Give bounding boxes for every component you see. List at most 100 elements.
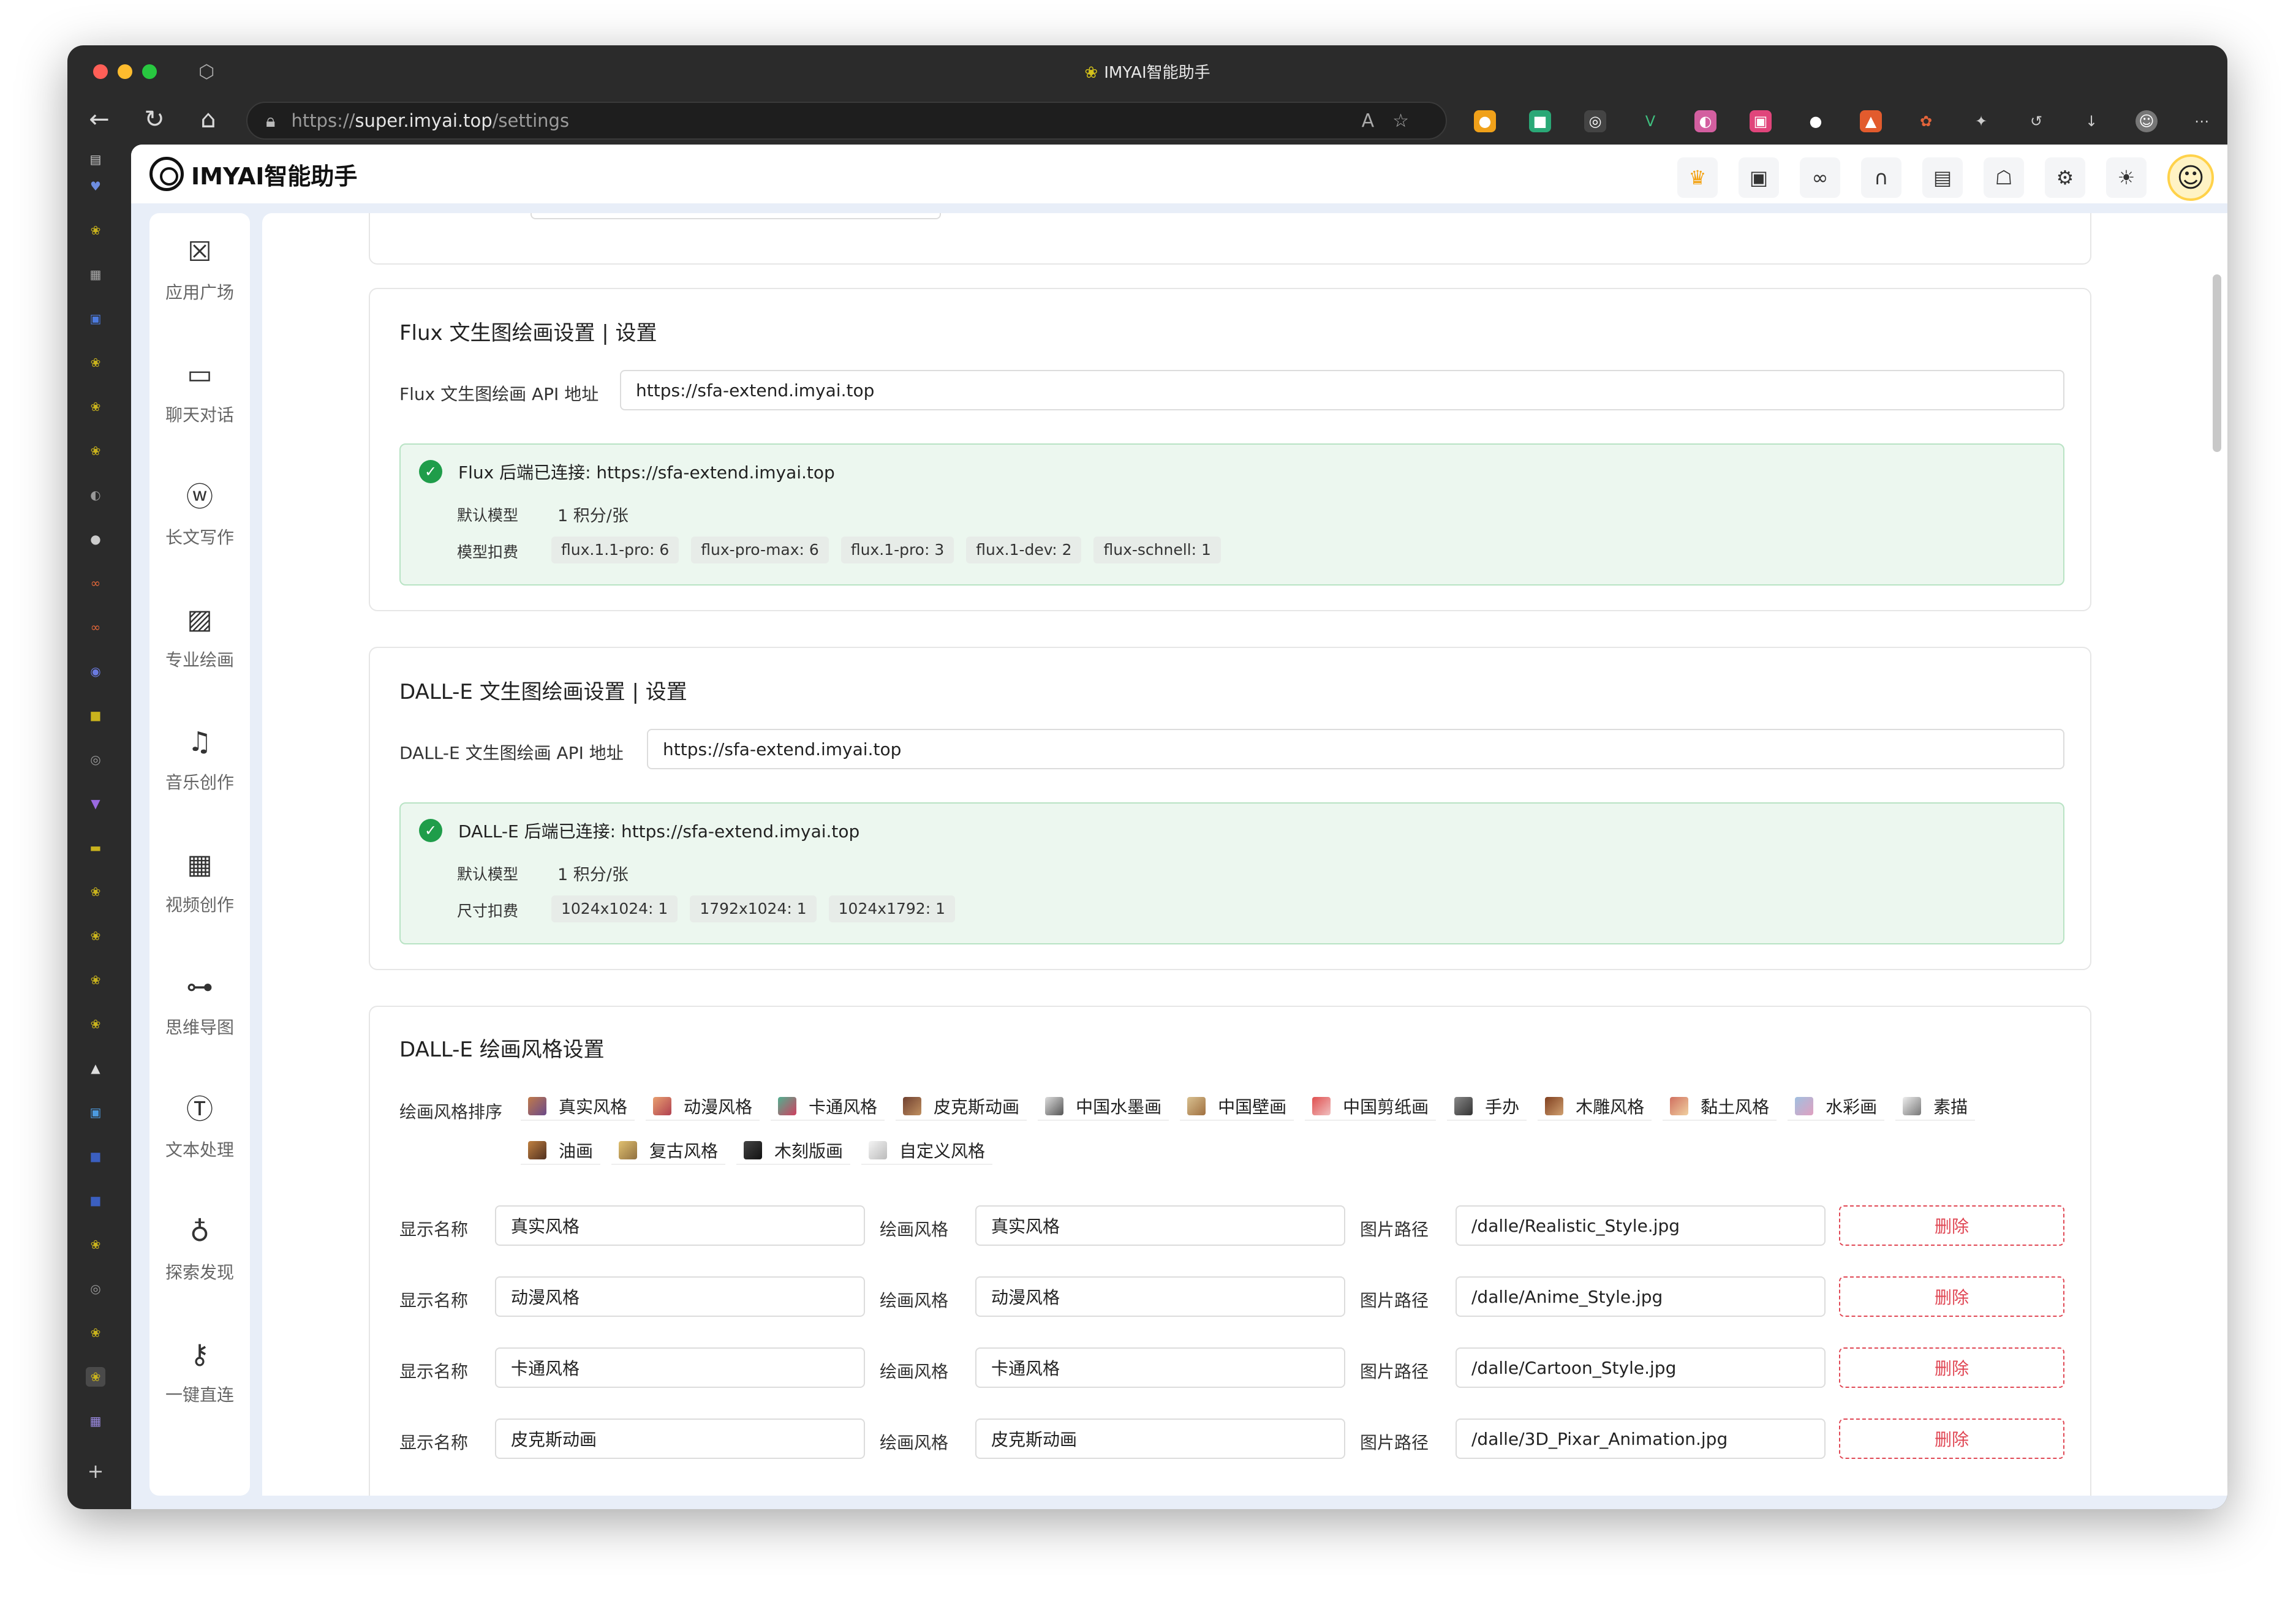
home-icon[interactable]: ⌂ <box>190 104 227 135</box>
style-order-item[interactable]: 卡通风格 <box>771 1093 885 1121</box>
read-aloud-and-favorite-icons[interactable]: A☆ <box>1362 110 1427 132</box>
nav-item-writing[interactable]: ⓦ 长文写作 <box>149 479 250 549</box>
new-tab-icon[interactable]: + <box>86 1461 105 1481</box>
vertical-tab-icon[interactable]: ▣ <box>86 309 105 328</box>
style-order-item[interactable]: 皮克斯动画 <box>896 1093 1027 1121</box>
vertical-tab-icon[interactable]: ▼ <box>86 794 105 813</box>
style-order-item[interactable]: 真实风格 <box>521 1093 635 1121</box>
style-order-item[interactable]: 中国水墨画 <box>1038 1093 1169 1121</box>
vertical-tab-icon[interactable]: ▦ <box>86 265 105 284</box>
nav-item-music[interactable]: ♫ 音乐创作 <box>149 724 250 794</box>
gear-icon[interactable]: ⚙ <box>2045 157 2085 198</box>
image-path-input[interactable]: /dalle/Cartoon_Style.jpg <box>1456 1347 1826 1388</box>
delete-button[interactable]: 删除 <box>1839 1347 2064 1388</box>
display-name-input[interactable]: 皮克斯动画 <box>495 1418 865 1459</box>
image-path-input[interactable]: /dalle/Realistic_Style.jpg <box>1456 1205 1826 1246</box>
more-menu-icon[interactable]: ⋯ <box>2191 110 2213 132</box>
style-order-item[interactable]: 手办 <box>1447 1093 1527 1121</box>
gift-icon[interactable]: ☖ <box>1984 157 2024 198</box>
style-order-item[interactable]: 黏土风格 <box>1663 1093 1777 1121</box>
vertical-tab-icon[interactable]: ❀ <box>86 1014 105 1034</box>
extension-icon[interactable]: ✿ <box>1915 110 1937 132</box>
extension-icon[interactable]: ◐ <box>1694 110 1716 132</box>
vertical-tab-icon[interactable]: ▦ <box>86 1411 105 1431</box>
extension-icon[interactable]: V <box>1639 110 1661 132</box>
devices-icon[interactable]: ▣ <box>1739 157 1779 198</box>
vertical-tab-icon[interactable]: ❀ <box>86 1323 105 1343</box>
extension-icon[interactable]: ◎ <box>1584 110 1606 132</box>
vertical-tab-icon[interactable]: ❀ <box>86 220 105 240</box>
brand[interactable]: IMYAI智能助手 <box>149 157 357 191</box>
vertical-tab-icon[interactable]: ◉ <box>86 661 105 681</box>
nav-item-painting[interactable]: ▨ 专业绘画 <box>149 601 250 671</box>
style-order-item[interactable]: 自定义风格 <box>861 1137 993 1165</box>
active-vertical-tab-icon[interactable]: ❀ <box>86 1367 105 1387</box>
vertical-tab-icon[interactable]: ❀ <box>86 970 105 990</box>
profile-avatar-icon[interactable]: ☺ <box>2136 110 2158 132</box>
extensions-puzzle-icon[interactable]: ✦ <box>1970 110 1992 132</box>
style-order-item[interactable]: 复古风格 <box>611 1137 726 1165</box>
sidebar-toggle-icon[interactable]: ▤ <box>86 149 105 169</box>
style-order-item[interactable]: 素描 <box>1895 1093 1976 1121</box>
style-input[interactable]: 卡通风格 <box>975 1347 1345 1388</box>
link-icon[interactable]: ∞ <box>1800 157 1840 198</box>
vertical-tab-icon[interactable]: ♥ <box>86 176 105 196</box>
vertical-tab-icon[interactable]: ■ <box>86 706 105 725</box>
vertical-tab-icon[interactable]: ∞ <box>86 573 105 593</box>
display-name-input[interactable]: 动漫风格 <box>495 1276 865 1317</box>
nav-item-mindmap[interactable]: ⊶ 思维导图 <box>149 969 250 1039</box>
vertical-tab-icon[interactable]: ❀ <box>86 926 105 946</box>
style-order-item[interactable]: 中国剪纸画 <box>1305 1093 1437 1121</box>
back-icon[interactable]: ← <box>81 104 118 135</box>
display-name-input[interactable]: 真实风格 <box>495 1205 865 1246</box>
vertical-tab-icon[interactable]: ◎ <box>86 750 105 769</box>
crown-icon[interactable]: ♛ <box>1677 157 1718 198</box>
vertical-tab-icon[interactable]: ■ <box>86 1147 105 1166</box>
github-icon[interactable]: ● <box>86 529 105 549</box>
style-input[interactable]: 动漫风格 <box>975 1276 1345 1317</box>
delete-button[interactable]: 删除 <box>1839 1276 2064 1317</box>
style-order-item[interactable]: 木刻版画 <box>736 1137 851 1165</box>
nav-item-video[interactable]: ▦ 视频创作 <box>149 846 250 916</box>
style-order-item[interactable]: 动漫风格 <box>646 1093 760 1121</box>
style-input[interactable]: 皮克斯动画 <box>975 1418 1345 1459</box>
delete-button[interactable]: 删除 <box>1839 1418 2064 1459</box>
nav-item-text[interactable]: Ⓣ 文本处理 <box>149 1091 250 1161</box>
vertical-tab-icon[interactable]: ❀ <box>86 441 105 461</box>
bot-icon[interactable]: ▤ <box>1922 157 1963 198</box>
extension-icon[interactable]: ■ <box>1529 110 1551 132</box>
delete-button[interactable]: 删除 <box>1839 1205 2064 1246</box>
truncated-input[interactable] <box>531 213 941 219</box>
style-input[interactable]: 真实风格 <box>975 1205 1345 1246</box>
image-path-input[interactable]: /dalle/Anime_Style.jpg <box>1456 1276 1826 1317</box>
display-name-input[interactable]: 卡通风格 <box>495 1347 865 1388</box>
vertical-tab-icon[interactable]: ▬ <box>86 838 105 857</box>
nav-item-apps[interactable]: ☒ 应用广场 <box>149 234 250 304</box>
reload-icon[interactable]: ↻ <box>136 104 173 135</box>
style-order-item[interactable]: 油画 <box>521 1137 601 1165</box>
extension-icon[interactable]: ▣ <box>1750 110 1772 132</box>
vertical-tab-icon[interactable]: ❀ <box>86 882 105 902</box>
user-avatar[interactable]: ☺ <box>2167 154 2214 201</box>
vertical-tab-icon[interactable]: ❀ <box>86 353 105 372</box>
style-order-item[interactable]: 木雕风格 <box>1538 1093 1652 1121</box>
nav-item-explore[interactable]: ♁ 探索发现 <box>149 1214 250 1284</box>
vertical-tab-icon[interactable]: ❀ <box>86 397 105 416</box>
scrollbar-thumb[interactable] <box>2213 274 2221 452</box>
image-path-input[interactable]: /dalle/3D_Pixar_Animation.jpg <box>1456 1418 1826 1459</box>
extension-icon[interactable]: ▲ <box>1860 110 1882 132</box>
vertical-tab-icon[interactable]: ▣ <box>86 1102 105 1122</box>
vertical-tab-icon[interactable]: ▲ <box>86 1058 105 1078</box>
history-icon[interactable]: ↺ <box>2025 110 2047 132</box>
nav-item-chat[interactable]: ▭ 聊天对话 <box>149 356 250 426</box>
style-order-item[interactable]: 中国壁画 <box>1180 1093 1294 1121</box>
vertical-tab-icon[interactable]: ❀ <box>86 1235 105 1254</box>
dalle-api-input[interactable]: https://sfa-extend.imyai.top <box>647 729 2064 769</box>
headset-icon[interactable]: ∩ <box>1861 157 1901 198</box>
flux-api-input[interactable]: https://sfa-extend.imyai.top <box>620 370 2064 410</box>
download-icon[interactable]: ↓ <box>2080 110 2102 132</box>
theme-sun-icon[interactable]: ☀ <box>2106 157 2147 198</box>
vertical-tab-icon[interactable]: ◎ <box>86 1279 105 1298</box>
vertical-tab-icon[interactable]: ◐ <box>86 485 105 505</box>
nav-item-direct[interactable]: ⚷ 一键直连 <box>149 1336 250 1406</box>
